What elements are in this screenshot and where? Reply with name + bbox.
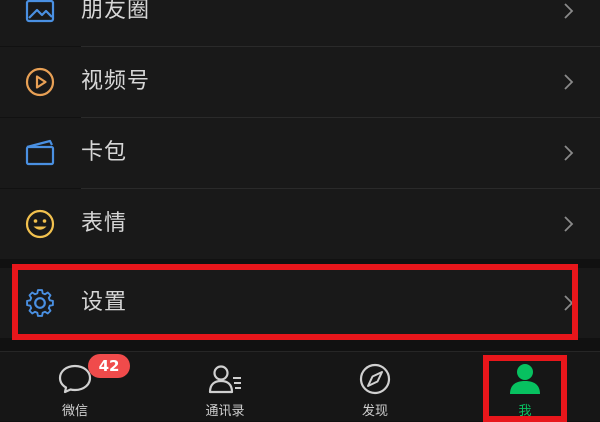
- compass-icon: [359, 363, 391, 395]
- chevron-right-icon: [564, 74, 574, 90]
- tab-label: 发现: [361, 404, 388, 419]
- moments-icon: [25, 0, 55, 23]
- sticker-icon: [25, 209, 55, 239]
- menu-item-stickers[interactable]: 表情: [0, 189, 600, 259]
- unread-badge: 42: [88, 354, 130, 378]
- menu-item-label: 朋友圈: [81, 0, 151, 23]
- channels-icon: [25, 67, 55, 97]
- me-tab-highlight-box: [483, 355, 567, 422]
- menu-item-label: 表情: [81, 211, 128, 236]
- tab-label: 通讯录: [205, 404, 245, 419]
- chevron-right-icon: [564, 216, 574, 232]
- menu-item-label: 视频号: [81, 69, 151, 94]
- tab-label: 微信: [61, 404, 88, 419]
- tab-discover[interactable]: 发现: [325, 352, 425, 421]
- menu-item-moments[interactable]: 朋友圈: [0, 0, 600, 46]
- menu-item-card-wallet[interactable]: 卡包: [0, 118, 600, 188]
- contacts-icon: [208, 365, 241, 394]
- menu-item-channels[interactable]: 视频号: [0, 47, 600, 117]
- chevron-right-icon: [564, 145, 574, 161]
- card-wallet-icon: [25, 139, 55, 166]
- settings-highlight-box: [12, 264, 578, 340]
- menu-item-label: 卡包: [81, 140, 128, 165]
- tab-contacts[interactable]: 通讯录: [175, 352, 275, 421]
- chevron-right-icon: [564, 3, 574, 19]
